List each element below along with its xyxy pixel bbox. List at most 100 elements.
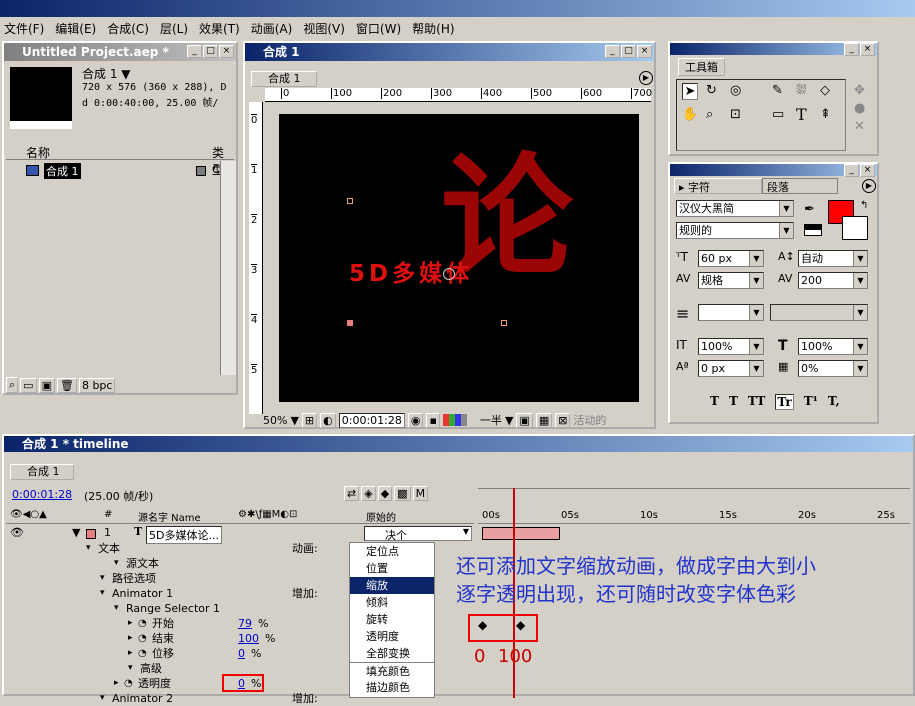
twirl-arrow-icon[interactable]: ▾ [100, 571, 105, 586]
maximize-button[interactable]: □ [621, 45, 636, 58]
black-white-swatch[interactable] [804, 224, 822, 236]
add-animator-label[interactable]: 增加: [292, 586, 318, 601]
col-source-header[interactable]: 源名字 Name [138, 509, 201, 524]
eraser-tool-icon[interactable]: ◇ [820, 83, 830, 98]
stroke-color-swatch[interactable] [842, 216, 868, 240]
new-comp-icon[interactable]: ▣ [38, 377, 55, 393]
bbox-handle[interactable] [347, 198, 353, 204]
selection-tool-icon[interactable]: ➤ [682, 83, 698, 100]
close-button[interactable]: × [219, 45, 234, 58]
local-axis-icon[interactable]: ● [854, 101, 865, 116]
keyframe-start-icon[interactable]: ◆ [478, 618, 487, 632]
twirl-arrow-icon[interactable]: ▾ [100, 691, 105, 706]
property-row[interactable]: ▾ Animator 1 增加: [6, 586, 346, 601]
property-row[interactable]: ▾ Animator 2 增加: [6, 691, 346, 706]
menu-item[interactable]: 帮助(H) [412, 20, 454, 37]
text-style-button[interactable]: T [729, 394, 738, 410]
text-tool-icon[interactable]: T [796, 105, 807, 124]
live-update-icon[interactable]: ◈ [361, 486, 376, 501]
swap-colors-icon[interactable]: ↰ [860, 200, 868, 211]
3d-view-icon[interactable]: ⊠ [555, 412, 571, 428]
bbox-handle[interactable] [347, 320, 353, 326]
show-snapshot-icon[interactable]: ▪ [426, 412, 440, 428]
twirl-arrow-icon[interactable]: ▾ [100, 586, 105, 601]
property-value[interactable]: 79 [238, 616, 252, 631]
text-style-button[interactable]: T¹ [804, 394, 818, 410]
folder-icon[interactable]: ▭ [20, 377, 37, 393]
minimize-button[interactable]: _ [605, 45, 620, 58]
close-button[interactable]: × [637, 45, 652, 58]
menu-item[interactable]: 编辑(E) [55, 20, 96, 37]
baseline-shift-field[interactable]: 0 px ▼ [698, 360, 764, 377]
property-row[interactable]: ▾ 文本 动画: [6, 541, 346, 556]
vertical-scale-field[interactable]: 100% ▼ [698, 338, 764, 355]
project-scrollbar[interactable] [220, 161, 236, 375]
resolution-select[interactable]: 一半 [480, 412, 502, 428]
maximize-button[interactable]: □ [203, 45, 218, 58]
trash-icon[interactable]: 🗑 [56, 377, 77, 393]
property-value[interactable]: 100 [238, 631, 259, 646]
snapshot-icon[interactable]: ◉ [407, 412, 424, 428]
stopwatch-icon[interactable]: ◔ [138, 646, 147, 661]
stopwatch-icon[interactable]: ◔ [124, 676, 133, 691]
pen-tool-icon[interactable]: ✎ [772, 83, 783, 98]
close-button[interactable]: × [860, 164, 875, 177]
comp-canvas[interactable]: 论 5D多媒体 [279, 114, 639, 402]
twirl-arrow-icon[interactable]: ▾ [114, 556, 119, 571]
text-style-button[interactable]: T [710, 394, 719, 410]
active-camera-label[interactable]: 活动的 [573, 412, 606, 428]
context-menu-item[interactable]: 描边颜色 [350, 679, 434, 696]
twirl-arrow-icon[interactable]: ▸ [128, 646, 133, 661]
transparency-grid-icon[interactable]: ▦ [535, 412, 553, 428]
menu-item[interactable]: 窗口(W) [356, 20, 401, 37]
world-axis-icon[interactable]: ✕ [854, 119, 865, 134]
menu-item[interactable]: 文件(F) [4, 20, 44, 37]
context-menu-item[interactable]: 位置 [350, 560, 434, 577]
comp-name-label[interactable]: 合成 1 ▼ [82, 65, 131, 82]
time-ruler[interactable]: 00s 05s 10s 15s 20s 25s [478, 508, 910, 524]
hand-tool-icon[interactable]: ✋ [682, 107, 698, 122]
parent-select[interactable]: 决个 ▼ [364, 526, 472, 542]
frame-blend-icon[interactable]: ▩ [394, 486, 411, 501]
context-menu-item[interactable]: 透明度 [350, 628, 434, 645]
kerning-field[interactable]: 规格 ▼ [698, 272, 764, 289]
comp-timecode[interactable]: 0:00:01:28 [338, 412, 405, 428]
property-row[interactable]: ▾ 高级 [6, 661, 346, 676]
menu-item[interactable]: 效果(T) [199, 20, 240, 37]
anchor-point-icon[interactable] [443, 268, 455, 280]
bpc-button[interactable]: 8 bpc [78, 377, 116, 393]
comp-tab[interactable]: 合成 1 [251, 71, 317, 87]
context-menu-item[interactable]: 倾斜 [350, 594, 434, 611]
minimize-button[interactable]: _ [844, 43, 859, 56]
visibility-icon[interactable]: 👁 [10, 526, 24, 539]
project-item-row[interactable]: 合成 1 C [6, 163, 220, 179]
twirl-arrow-icon[interactable]: ▸ [128, 616, 133, 631]
context-menu-item[interactable]: 全部变换 [350, 645, 434, 662]
menu-item[interactable]: 动画(A) [251, 20, 293, 37]
property-row[interactable]: ▸ ◔ 结束 100% [6, 631, 346, 646]
context-menu-item[interactable]: 旋转 [350, 611, 434, 628]
eyedropper-icon[interactable]: ✒ [804, 202, 815, 217]
layer-row[interactable]: 👁 ▼ 1 T 5D多媒体论... 决个 ▼ [6, 525, 474, 544]
layer-duration-bar[interactable] [482, 527, 560, 540]
text-style-button[interactable]: Tr [775, 394, 794, 410]
twirl-arrow-icon[interactable]: ▸ [114, 676, 119, 691]
property-row[interactable]: ▸ ◔ 开始 79% [6, 616, 346, 631]
timeline-timecode[interactable]: 0:00:01:28 [12, 488, 72, 501]
tsume-field[interactable]: 0% ▼ [798, 360, 868, 377]
rectangle-tool-icon[interactable]: ▭ [772, 107, 784, 122]
stamp-tool-icon[interactable]: ⛆ [796, 83, 806, 98]
track-camera-icon[interactable]: ⊡ [730, 107, 741, 122]
leading-field[interactable]: 自动 ▼ [798, 250, 868, 267]
label-color-swatch[interactable] [86, 529, 96, 539]
twirl-arrow-icon[interactable]: ▾ [86, 541, 91, 556]
minimize-button[interactable]: _ [187, 45, 202, 58]
motion-blur-icon[interactable]: M [412, 486, 429, 501]
property-row[interactable]: ▾ Range Selector 1 [6, 601, 346, 616]
context-menu-item[interactable]: 定位点 [350, 543, 434, 560]
property-value[interactable]: 0 [238, 646, 245, 661]
time-navigator[interactable] [478, 488, 910, 498]
keyframe-end-icon[interactable]: ◆ [516, 618, 525, 632]
rotate-tool-icon[interactable]: ↻ [706, 83, 717, 98]
font-size-field[interactable]: 60 px ▼ [698, 250, 764, 267]
